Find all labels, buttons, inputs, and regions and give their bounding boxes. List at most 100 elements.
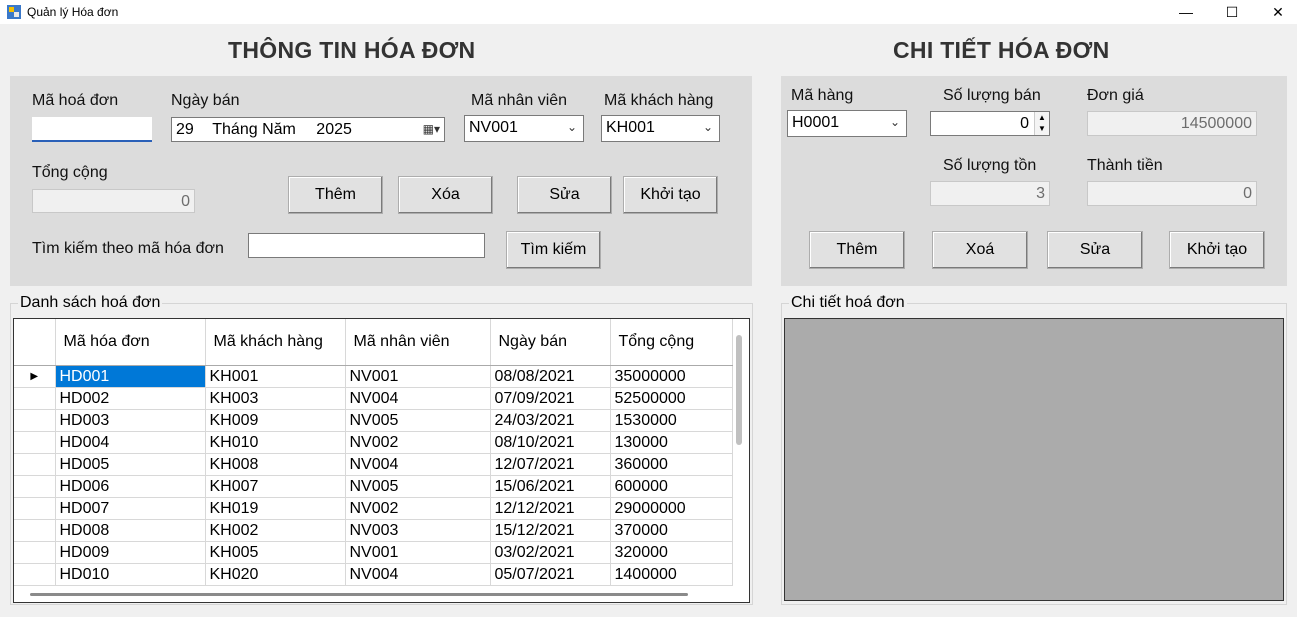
table-cell[interactable]: NV005 [345,409,491,432]
table-cell[interactable]: 370000 [610,519,733,542]
table-row[interactable]: HD003 KH009 NV005 24/03/2021 1530000 [14,409,733,432]
table-cell[interactable]: 12/07/2021 [490,453,611,476]
table-row[interactable]: HD010 KH020 NV004 05/07/2021 1400000 [14,563,733,586]
table-row[interactable]: HD004 KH010 NV002 08/10/2021 130000 [14,431,733,454]
row-header[interactable] [14,541,56,564]
search-input[interactable] [248,233,485,258]
table-cell[interactable]: NV001 [345,365,491,388]
search-button[interactable]: Tìm kiếm [506,231,601,269]
detail-delete-button[interactable]: Xoá [932,231,1028,269]
invoice-grid[interactable]: Mã hóa đơn Mã khách hàng Mã nhân viên Ng… [13,318,750,603]
table-cell[interactable]: HD007 [55,497,206,520]
invoice-reset-button[interactable]: Khởi tạo [623,176,718,214]
table-cell[interactable]: NV005 [345,475,491,498]
column-header-ma-nhan-vien[interactable]: Mã nhân viên [345,319,491,366]
table-cell[interactable]: NV003 [345,519,491,542]
table-cell[interactable]: 1400000 [610,563,733,586]
title-bar [0,0,1297,24]
row-header[interactable] [14,453,56,476]
table-cell[interactable]: 35000000 [610,365,733,388]
table-cell[interactable]: KH005 [205,541,346,564]
table-cell[interactable]: NV004 [345,563,491,586]
column-header-tong-cong[interactable]: Tổng cộng [610,319,733,366]
ma-hang-select[interactable]: H0001 ⌄ [787,110,907,137]
table-cell[interactable]: 320000 [610,541,733,564]
table-cell[interactable]: 130000 [610,431,733,454]
table-cell[interactable]: 24/03/2021 [490,409,611,432]
table-cell[interactable]: 12/12/2021 [490,497,611,520]
invoice-add-button[interactable]: Thêm [288,176,383,214]
table-cell[interactable]: 29000000 [610,497,733,520]
so-luong-ban-input[interactable]: 0 [930,111,1050,136]
table-cell[interactable]: HD008 [55,519,206,542]
table-cell[interactable]: HD009 [55,541,206,564]
ma-nhan-vien-select[interactable]: NV001 ⌄ [464,115,584,142]
table-row[interactable]: HD007 KH019 NV002 12/12/2021 29000000 [14,497,733,520]
maximize-button[interactable]: ☐ [1209,0,1255,24]
ma-khach-hang-select[interactable]: KH001 ⌄ [601,115,720,142]
row-header[interactable] [14,519,56,542]
table-row[interactable]: HD002 KH003 NV004 07/09/2021 52500000 [14,387,733,410]
table-cell[interactable]: NV002 [345,497,491,520]
table-cell[interactable]: KH002 [205,519,346,542]
table-cell[interactable]: HD004 [55,431,206,454]
table-cell[interactable]: 07/09/2021 [490,387,611,410]
table-row[interactable]: HD008 KH002 NV003 15/12/2021 370000 [14,519,733,542]
vertical-scrollbar[interactable] [736,335,742,445]
row-header[interactable] [14,409,56,432]
row-header[interactable] [14,563,56,586]
table-cell[interactable]: KH020 [205,563,346,586]
column-header-ma-khach-hang[interactable]: Mã khách hàng [205,319,346,366]
table-cell[interactable]: HD010 [55,563,206,586]
detail-grid[interactable] [784,318,1284,601]
detail-edit-button[interactable]: Sửa [1047,231,1143,269]
table-cell[interactable]: 15/06/2021 [490,475,611,498]
table-cell[interactable]: KH007 [205,475,346,498]
detail-add-button[interactable]: Thêm [809,231,905,269]
table-cell[interactable]: KH010 [205,431,346,454]
invoice-delete-button[interactable]: Xóa [398,176,493,214]
table-cell[interactable]: HD006 [55,475,206,498]
table-cell[interactable]: NV002 [345,431,491,454]
table-cell[interactable]: 600000 [610,475,733,498]
detail-reset-button[interactable]: Khởi tạo [1169,231,1265,269]
table-cell[interactable]: 52500000 [610,387,733,410]
table-cell[interactable]: HD002 [55,387,206,410]
invoice-edit-button[interactable]: Sửa [517,176,612,214]
table-cell[interactable]: 08/08/2021 [490,365,611,388]
table-cell[interactable]: 1530000 [610,409,733,432]
table-cell[interactable]: 03/02/2021 [490,541,611,564]
table-cell[interactable]: NV004 [345,387,491,410]
table-cell[interactable]: KH019 [205,497,346,520]
table-row[interactable]: HD009 KH005 NV001 03/02/2021 320000 [14,541,733,564]
table-cell[interactable]: 360000 [610,453,733,476]
table-cell[interactable]: NV001 [345,541,491,564]
table-cell[interactable]: KH001 [205,365,346,388]
column-header-ma-hoa-don[interactable]: Mã hóa đơn [55,319,206,366]
table-cell[interactable]: KH009 [205,409,346,432]
ma-hoa-don-input[interactable] [32,117,152,142]
close-button[interactable]: ✕ [1255,0,1297,24]
table-cell[interactable]: NV004 [345,453,491,476]
minimize-button[interactable]: — [1163,0,1209,24]
table-cell[interactable]: HD005 [55,453,206,476]
row-header[interactable] [14,387,56,410]
table-cell[interactable]: KH008 [205,453,346,476]
column-header-ngay-ban[interactable]: Ngày bán [490,319,611,366]
ngay-ban-datepicker[interactable]: 29 Tháng Năm 2025 ▦▾ [171,117,445,142]
stepper-arrows-icon[interactable]: ▲ ▼ [1034,112,1049,135]
calendar-dropdown-icon[interactable]: ▦▾ [423,122,440,136]
table-cell[interactable]: KH003 [205,387,346,410]
row-header[interactable] [14,475,56,498]
table-cell[interactable]: HD003 [55,409,206,432]
table-cell[interactable]: 08/10/2021 [490,431,611,454]
row-header[interactable] [14,497,56,520]
row-header[interactable] [14,431,56,454]
table-row[interactable]: HD006 KH007 NV005 15/06/2021 600000 [14,475,733,498]
table-row[interactable]: ▶ HD001 KH001 NV001 08/08/2021 35000000 [14,365,733,388]
table-cell[interactable]: 05/07/2021 [490,563,611,586]
table-cell[interactable]: HD001 [55,365,206,388]
table-cell[interactable]: 15/12/2021 [490,519,611,542]
table-row[interactable]: HD005 KH008 NV004 12/07/2021 360000 [14,453,733,476]
horizontal-scrollbar[interactable] [30,593,688,596]
